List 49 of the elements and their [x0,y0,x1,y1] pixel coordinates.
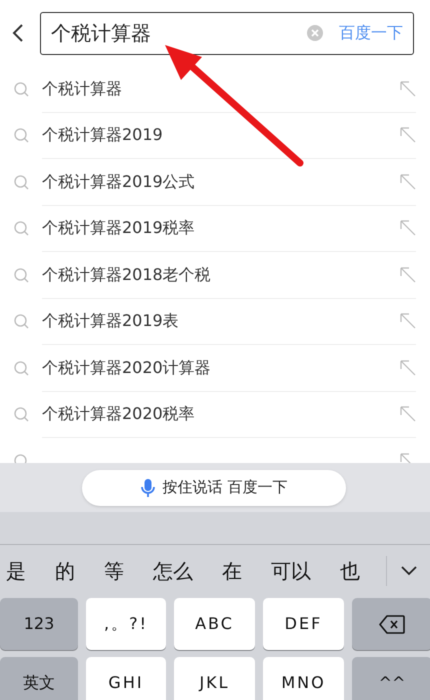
fill-arrow-icon[interactable] [400,406,416,422]
fill-arrow-icon[interactable] [400,80,416,97]
fill-arrow-icon[interactable] [400,360,416,376]
keyboard-key[interactable]: ,。?! [86,598,166,650]
chevron-down-icon[interactable] [400,566,416,576]
backspace-icon [379,614,405,634]
fill-arrow-icon[interactable] [400,174,416,190]
keyboard-key[interactable]: 123 [0,598,78,650]
voice-button[interactable]: 按住说话 百度一下 [82,470,346,506]
back-icon[interactable] [12,23,24,43]
fill-arrow-icon[interactable] [400,127,416,144]
backspace-key[interactable] [352,598,430,650]
candidate-word[interactable]: 的 [55,556,75,586]
fill-arrow-icon[interactable] [400,266,416,283]
clear-icon[interactable] [307,25,323,41]
keyboard-key[interactable]: DEF [263,598,344,650]
search-text: 个税计算器 [51,20,152,47]
keyboard-key[interactable]: JKL [174,657,255,700]
keyboard-key[interactable]: 英文 [0,657,78,700]
fill-arrow-icon[interactable] [400,220,416,236]
candidate-word[interactable]: 等 [104,556,124,586]
microphone-icon [140,478,155,498]
candidate-word[interactable]: 是 [6,556,26,586]
suggestion-text[interactable]: 个税计算器2020计算器 [42,356,400,380]
search-field[interactable]: 个税计算器 百度一下 [40,12,414,54]
keyboard-key[interactable]: MNO [263,657,344,700]
keyboard-key[interactable]: GHI [86,657,166,700]
candidate-word[interactable]: 可以 [271,556,311,586]
fill-arrow-icon[interactable] [400,313,416,330]
search-icon [14,221,29,236]
candidate-word[interactable]: 怎么 [153,556,193,586]
keyboard-key[interactable]: ^^ [352,657,430,700]
search-icon [14,314,29,330]
suggestion-text[interactable]: 个税计算器2019 [42,123,400,148]
suggestion-text[interactable]: 个税计算器 [42,76,400,101]
search-icon [14,360,29,376]
suggestion-text[interactable]: 个税计算器2019税率 [42,216,400,240]
keyboard-key[interactable]: ABC [174,598,255,650]
search-icon [14,174,29,190]
candidate-word[interactable]: 也 [340,556,360,586]
candidate-word[interactable]: 在 [222,556,242,586]
search-icon [14,82,29,97]
suggestion-text[interactable]: 个税计算器2019公式 [42,170,400,194]
search-icon [14,407,29,422]
suggestion-text[interactable]: 个税计算器2018老个税 [42,262,400,287]
search-icon [14,268,29,283]
suggestion-text[interactable]: 个税计算器2019表 [42,309,400,334]
suggestion-text[interactable]: 个税计算器2020税率 [42,402,400,426]
search-icon [14,128,29,144]
